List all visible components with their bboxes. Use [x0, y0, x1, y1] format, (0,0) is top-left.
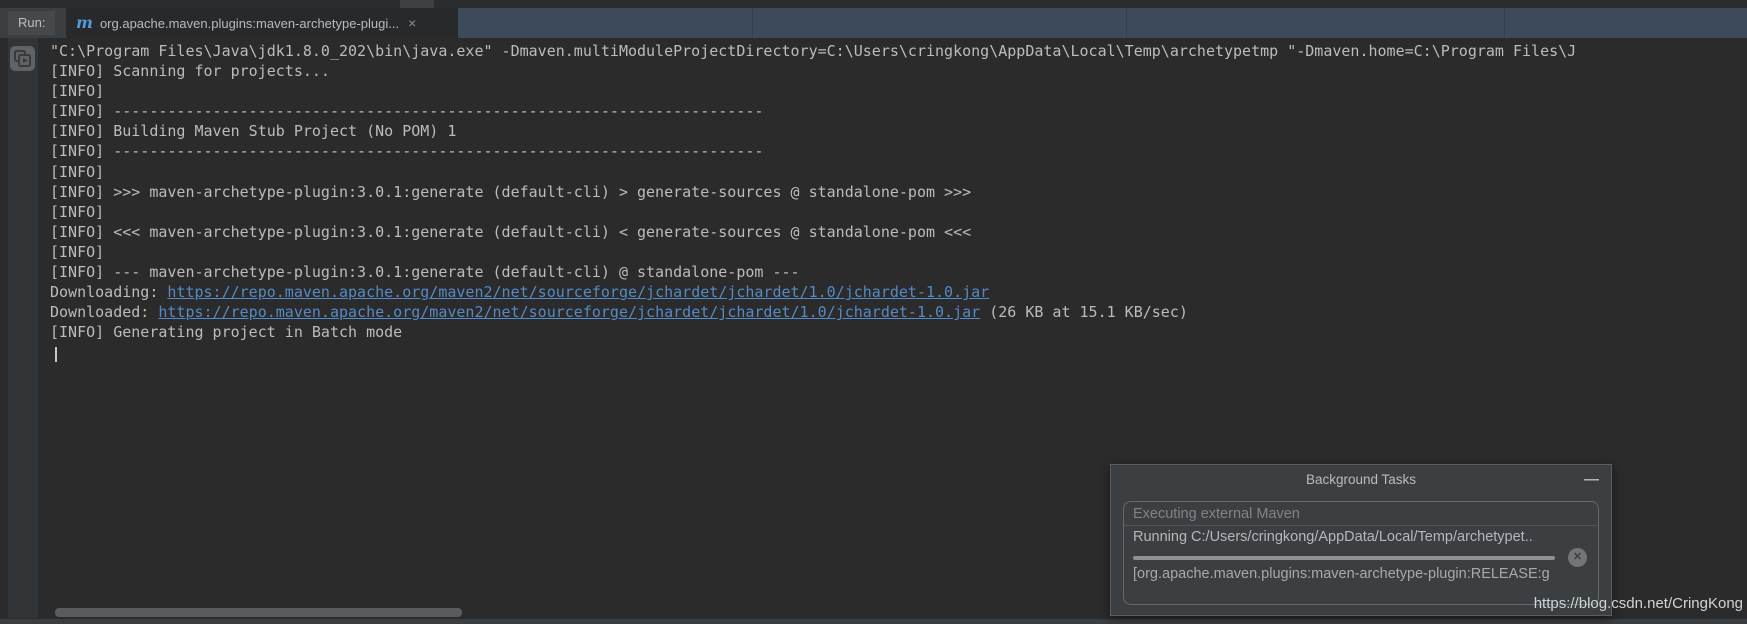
text-caret [55, 347, 57, 362]
run-tab-title: org.apache.maven.plugins:maven-archetype… [100, 16, 399, 31]
task-panel: Executing external Maven Running C:/User… [1123, 501, 1599, 605]
console-text-segment: [INFO] [50, 203, 104, 221]
popup-title: Background Tasks [1306, 472, 1416, 487]
task-status: Running C:/Users/cringkong/AppData/Local… [1124, 526, 1598, 546]
run-tab[interactable]: m org.apache.maven.plugins:maven-archety… [66, 8, 458, 38]
console-text-segment: (26 KB at 15.1 KB/sec) [980, 303, 1188, 321]
console-text-segment: [INFO] ---------------------------------… [50, 142, 763, 160]
progress-bar [1133, 556, 1555, 560]
top-strip [0, 0, 1747, 8]
tab-strip-filler [458, 8, 1747, 38]
console-line: [INFO] ---------------------------------… [50, 101, 1747, 121]
console-line: Downloading: https://repo.maven.apache.o… [50, 282, 1747, 302]
console-line: [INFO] ---------------------------------… [50, 141, 1747, 161]
run-tool-window: Run: m org.apache.maven.plugins:maven-ar… [0, 0, 1747, 624]
console-line: [INFO] [50, 81, 1747, 101]
console-text-segment: [INFO] ---------------------------------… [50, 102, 763, 120]
tab-strip-separator [1504, 8, 1505, 38]
run-header: Run: m org.apache.maven.plugins:maven-ar… [0, 8, 1747, 38]
console-line: [INFO] [50, 202, 1747, 222]
console-text-segment: [INFO] --- maven-archetype-plugin:3.0.1:… [50, 263, 800, 281]
console-line: [INFO] Scanning for projects... [50, 61, 1747, 81]
console-line: [INFO] [50, 242, 1747, 262]
console-text-segment: [INFO] <<< maven-archetype-plugin:3.0.1:… [50, 223, 971, 241]
console-output: "C:\Program Files\Java\jdk1.8.0_202\bin\… [0, 41, 1747, 342]
console-line: Downloaded: https://repo.maven.apache.or… [50, 302, 1747, 322]
console-text-segment: [INFO] [50, 163, 104, 181]
run-label: Run: [8, 11, 55, 35]
console-line: [INFO] [50, 162, 1747, 182]
tab-strip-separator [752, 8, 753, 38]
console-text-segment: "C:\Program Files\Java\jdk1.8.0_202\bin\… [50, 42, 1576, 60]
bottom-strip [0, 618, 1747, 624]
console-text-segment: Downloading: [50, 283, 167, 301]
console-text-segment: [INFO] Scanning for projects... [50, 62, 330, 80]
tab-strip-separator [1126, 8, 1127, 38]
console-text-segment: [INFO] Building Maven Stub Project (No P… [50, 122, 456, 140]
maven-icon: m [76, 15, 93, 31]
console-text-segment: [INFO] Generating project in Batch mode [50, 323, 402, 341]
console-line: [INFO] Building Maven Stub Project (No P… [50, 121, 1747, 141]
popup-title-bar[interactable]: Background Tasks — [1111, 465, 1611, 495]
top-strip-segment [400, 0, 434, 8]
watermark: https://blog.csdn.net/CringKong [1534, 595, 1743, 612]
console-text-segment: Downloaded: [50, 303, 158, 321]
console-line: [INFO] >>> maven-archetype-plugin:3.0.1:… [50, 182, 1747, 202]
console-line: [INFO] Generating project in Batch mode [50, 322, 1747, 342]
progress-row: ✕ [1133, 552, 1589, 564]
task-name: Executing external Maven [1124, 502, 1598, 526]
console-line: [INFO] <<< maven-archetype-plugin:3.0.1:… [50, 222, 1747, 242]
console-text-segment: [INFO] [50, 82, 104, 100]
task-detail: [org.apache.maven.plugins:maven-archetyp… [1124, 565, 1598, 583]
console-text-segment: [INFO] [50, 243, 104, 261]
cancel-icon[interactable]: ✕ [1568, 548, 1587, 567]
console-link[interactable]: https://repo.maven.apache.org/maven2/net… [158, 303, 980, 321]
background-tasks-popup: Background Tasks — Executing external Ma… [1110, 464, 1612, 616]
console-line: [INFO] --- maven-archetype-plugin:3.0.1:… [50, 262, 1747, 282]
minimize-icon[interactable]: — [1584, 465, 1599, 495]
horizontal-scrollbar-thumb[interactable] [55, 608, 462, 617]
console-text-segment: [INFO] >>> maven-archetype-plugin:3.0.1:… [50, 183, 971, 201]
console-link[interactable]: https://repo.maven.apache.org/maven2/net… [167, 283, 989, 301]
console-line: "C:\Program Files\Java\jdk1.8.0_202\bin\… [50, 41, 1747, 61]
close-icon[interactable]: × [408, 15, 416, 31]
